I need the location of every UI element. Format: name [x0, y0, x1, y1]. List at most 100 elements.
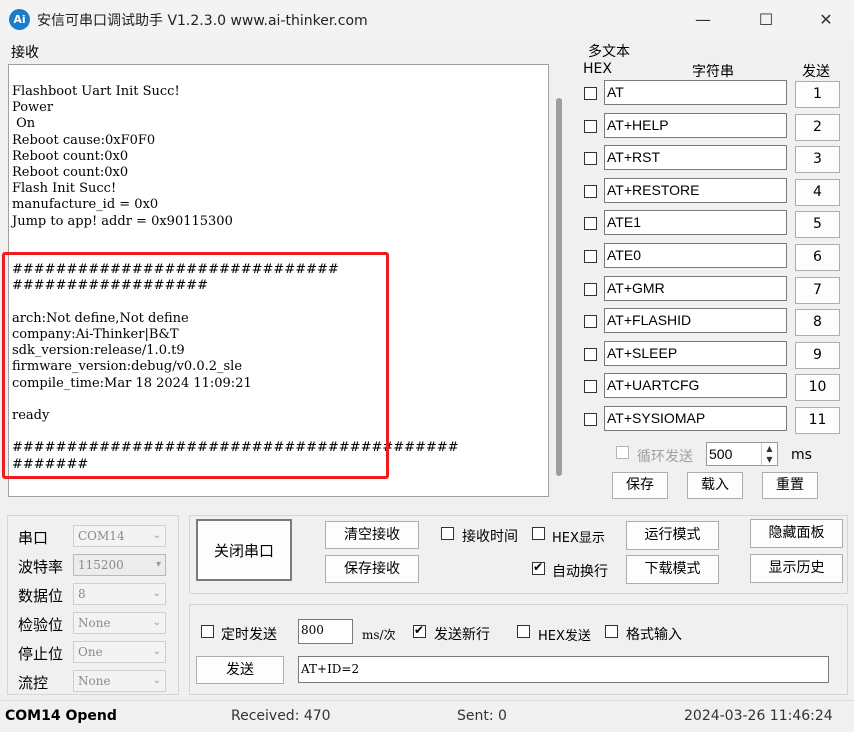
download-mode-button[interactable]: 下载模式: [626, 555, 719, 584]
send-column-header: 发送: [802, 64, 830, 80]
multi-send-button[interactable]: 10: [795, 374, 840, 402]
baud-value: 115200: [78, 558, 124, 572]
clear-receive-button[interactable]: 清空接收: [325, 521, 419, 549]
receive-time-checkbox[interactable]: [441, 527, 454, 540]
multi-string-value: AT+UARTCFG: [607, 377, 700, 394]
multi-send-button[interactable]: 11: [795, 407, 840, 434]
receive-scrollbar[interactable]: [556, 98, 562, 476]
show-history-button[interactable]: 显示历史: [750, 554, 843, 583]
string-column-header: 字符串: [692, 64, 734, 80]
port-status-text: COM14 Opend: [5, 708, 117, 724]
title-bar: Ai 安信可串口调试助手 V1.2.3.0 www.ai-thinker.com…: [0, 0, 854, 40]
multi-send-button[interactable]: 6: [795, 244, 840, 271]
save-multi-button[interactable]: 保存: [612, 472, 668, 499]
multi-send-button[interactable]: 9: [795, 341, 840, 369]
send-newline-label: 发送新行: [434, 627, 490, 643]
multi-hex-checkbox[interactable]: [584, 380, 597, 394]
reset-multi-button[interactable]: 重置: [762, 472, 818, 499]
window-title: 安信可串口调试助手 V1.2.3.0 www.ai-thinker.com: [37, 13, 368, 29]
send-newline-checkbox[interactable]: [413, 623, 426, 638]
chevron-down-icon: ⌄: [152, 675, 161, 686]
multi-string-input[interactable]: AT+HELP: [604, 112, 787, 138]
hex-send-checkbox[interactable]: [517, 625, 530, 638]
multi-string-input[interactable]: AT+FLASHID: [604, 308, 787, 334]
hex-column-header: HEX: [583, 61, 612, 77]
multi-string-input[interactable]: AT: [604, 80, 787, 105]
hex-send-label: HEX发送: [538, 629, 591, 644]
multi-string-input[interactable]: AT+UARTCFG: [604, 373, 787, 399]
hide-panel-button[interactable]: 隐藏面板: [750, 519, 843, 548]
data-value: 8: [78, 587, 86, 601]
multi-string-value: ATE0: [607, 247, 641, 263]
maximize-button[interactable]: ☐: [743, 6, 789, 34]
multi-string-value: AT+GMR: [607, 279, 665, 296]
multi-string-value: AT+HELP: [607, 116, 669, 133]
multi-send-button[interactable]: 5: [795, 211, 840, 239]
multi-send-button[interactable]: 2: [795, 113, 840, 141]
multi-hex-checkbox[interactable]: [584, 217, 597, 231]
multi-hex-checkbox[interactable]: [584, 315, 597, 329]
loop-send-label: 循环发送: [637, 449, 693, 465]
highlight-annotation-box: [2, 252, 389, 479]
close-window-button[interactable]: ✕: [803, 6, 849, 34]
data-select[interactable]: 8 ⌄: [73, 583, 166, 605]
multi-send-button[interactable]: 4: [795, 178, 840, 206]
timed-interval-input[interactable]: 800: [298, 619, 353, 644]
multi-string-value: ATE1: [607, 214, 641, 231]
baud-select[interactable]: 115200 ▾: [73, 554, 166, 576]
multi-send-button[interactable]: 8: [795, 309, 840, 337]
multi-hex-checkbox[interactable]: [584, 347, 597, 361]
received-count-text: Received: 470: [231, 708, 331, 724]
multi-hex-checkbox[interactable]: [584, 282, 597, 296]
load-multi-button[interactable]: 载入: [687, 472, 743, 499]
port-value: COM14: [78, 529, 125, 543]
hex-display-checkbox[interactable]: [532, 527, 545, 540]
multi-string-input[interactable]: ATE0: [604, 243, 787, 268]
flow-select[interactable]: None ⌄: [73, 670, 166, 692]
multi-hex-checkbox[interactable]: [584, 152, 597, 166]
multi-string-value: AT+RST: [607, 149, 661, 166]
send-input[interactable]: AT+ID=2: [298, 656, 829, 683]
format-input-checkbox[interactable]: [605, 625, 618, 638]
multi-string-input[interactable]: AT+SLEEP: [604, 340, 787, 366]
minimize-button[interactable]: —: [680, 6, 726, 34]
port-select[interactable]: COM14 ⌄: [73, 525, 166, 547]
multi-string-input[interactable]: AT+GMR: [604, 275, 787, 301]
app-logo-icon: Ai: [9, 9, 30, 30]
multi-string-input[interactable]: AT+RESTORE: [604, 177, 787, 203]
stop-select[interactable]: One ⌄: [73, 641, 166, 663]
multi-string-input[interactable]: AT+RST: [604, 145, 787, 171]
parity-value: None: [78, 616, 111, 630]
multi-string-input[interactable]: AT+SYSIOMAP: [604, 406, 787, 431]
send-button[interactable]: 发送: [196, 656, 284, 684]
loop-interval-spinner[interactable]: ▲ ▼: [761, 443, 777, 465]
port-label: 串口: [18, 529, 49, 547]
multi-string-input[interactable]: ATE1: [604, 210, 787, 236]
auto-wrap-checkbox[interactable]: [532, 560, 545, 575]
sent-count-text: Sent: 0: [457, 708, 507, 724]
multi-hex-checkbox[interactable]: [584, 250, 597, 263]
parity-select[interactable]: None ⌄: [73, 612, 166, 634]
run-mode-button[interactable]: 运行模式: [626, 521, 719, 550]
multi-hex-checkbox[interactable]: [584, 184, 597, 198]
loop-interval-value: 500: [709, 446, 733, 462]
baud-label: 波特率: [18, 558, 64, 576]
timed-interval-unit: ms/次: [362, 628, 396, 642]
close-port-button[interactable]: 关闭串口: [196, 519, 292, 581]
data-label: 数据位: [18, 587, 64, 605]
multi-hex-checkbox[interactable]: [584, 413, 597, 426]
multi-send-button[interactable]: 1: [795, 81, 840, 108]
multi-hex-checkbox[interactable]: [584, 119, 597, 133]
timed-interval-value: 800: [301, 623, 324, 637]
multi-text-group-label: 多文本: [588, 44, 630, 60]
chevron-down-icon: ⌄: [152, 530, 161, 541]
timed-send-checkbox[interactable]: [201, 625, 214, 638]
chevron-down-icon: ▾: [155, 559, 161, 570]
flow-label: 流控: [18, 674, 49, 692]
format-input-label: 格式输入: [626, 627, 682, 643]
multi-hex-checkbox[interactable]: [584, 87, 597, 100]
loop-send-checkbox[interactable]: [616, 446, 629, 459]
save-receive-button[interactable]: 保存接收: [325, 555, 419, 583]
multi-send-button[interactable]: 3: [795, 146, 840, 174]
multi-send-button[interactable]: 7: [795, 276, 840, 304]
